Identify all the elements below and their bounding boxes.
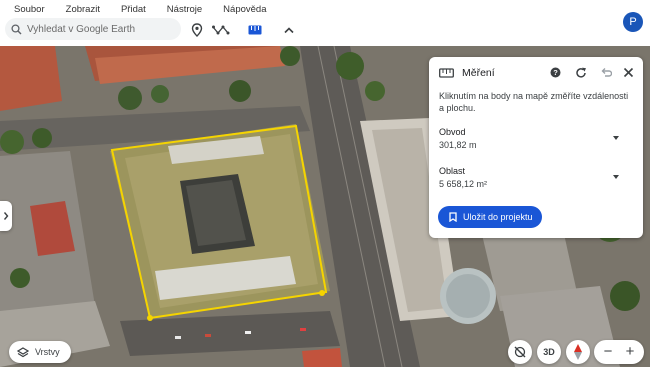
measure-panel-title: Měření: [462, 67, 495, 79]
perimeter-unit-dropdown-icon[interactable]: [613, 136, 619, 140]
place-pin-icon[interactable]: [189, 22, 205, 38]
perimeter-label: Obvod: [439, 127, 466, 137]
path-tool-icon[interactable]: [212, 22, 230, 38]
layers-button[interactable]: Vrstvy: [9, 341, 71, 363]
compass-icon: [574, 344, 582, 360]
menu-napoveda[interactable]: Nápověda: [223, 4, 266, 15]
chevron-right-icon: [3, 212, 9, 220]
save-to-project-button[interactable]: Uložit do projektu: [438, 206, 542, 228]
zoom-control: − +: [594, 340, 644, 364]
toolbar: Vyhledat v Google Earth: [0, 18, 650, 46]
chevron-up-icon[interactable]: [281, 22, 297, 38]
measure-hint: Kliknutím na body na mapě změříte vzdále…: [439, 91, 629, 113]
perimeter-value: 301,82 m: [439, 140, 477, 150]
svg-text:?: ?: [553, 68, 558, 77]
eye-off-icon: [514, 346, 526, 358]
undo-icon[interactable]: [599, 66, 612, 79]
area-label: Oblast: [439, 166, 466, 176]
area-value: 5 658,12 m²: [439, 179, 488, 189]
search-icon: [11, 23, 22, 34]
save-to-project-label: Uložit do projektu: [463, 212, 533, 222]
measure-ruler-icon[interactable]: [247, 22, 263, 38]
side-panel-toggle[interactable]: [0, 201, 12, 231]
avatar[interactable]: P: [623, 12, 643, 32]
zoom-in-button[interactable]: +: [620, 343, 640, 361]
measure-panel: Měření ? Kliknutím na body na mapě změří…: [429, 57, 643, 238]
area-unit-dropdown-icon[interactable]: [613, 175, 619, 179]
toggle-3d-button[interactable]: 3D: [537, 340, 561, 364]
bookmark-icon: [449, 212, 457, 222]
close-icon[interactable]: [622, 66, 635, 79]
measure-panel-header: Měření ?: [429, 57, 643, 87]
menu-zobrazit[interactable]: Zobrazit: [66, 4, 100, 15]
redo-icon[interactable]: [574, 66, 587, 79]
layers-icon: [17, 346, 29, 357]
search-input[interactable]: Vyhledat v Google Earth: [27, 24, 135, 35]
zoom-out-button[interactable]: −: [598, 343, 618, 361]
street-view-hidden-button[interactable]: [508, 340, 532, 364]
menu-pridat[interactable]: Přidat: [121, 4, 146, 15]
menu-nastroje[interactable]: Nástroje: [167, 4, 202, 15]
search-box[interactable]: Vyhledat v Google Earth: [5, 18, 181, 40]
ruler-icon: [439, 66, 454, 79]
menu-soubor[interactable]: Soubor: [14, 4, 45, 15]
layers-label: Vrstvy: [35, 347, 60, 357]
menu-bar: Soubor Zobrazit Přidat Nástroje Nápověda: [0, 0, 650, 18]
compass-button[interactable]: [566, 340, 590, 364]
help-icon[interactable]: ?: [549, 66, 562, 79]
toggle-3d-label: 3D: [543, 347, 555, 357]
